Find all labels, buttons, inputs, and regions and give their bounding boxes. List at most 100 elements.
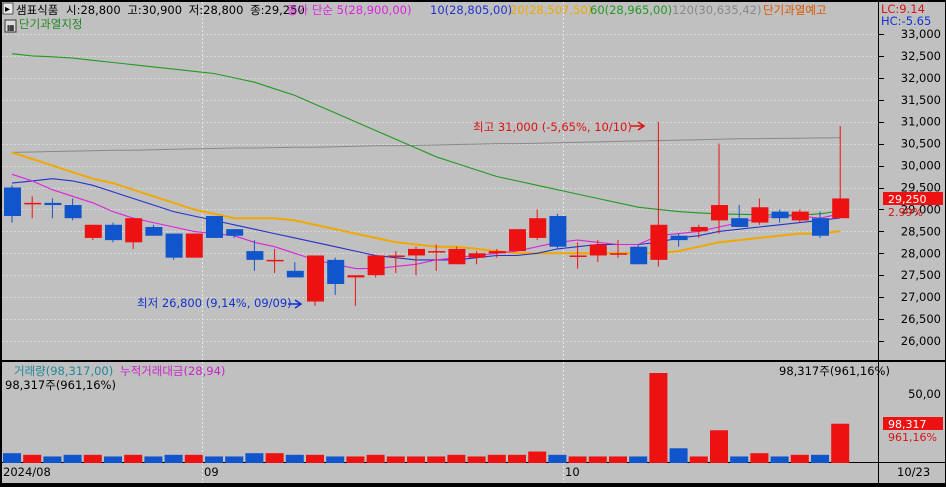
price-tick-label: 32,000 [901,71,941,85]
candle-body [791,211,809,221]
cum-trading-label: 누적거래대금(28,94) [120,364,225,378]
volume-value-right: 98,317주(961,16%) [779,364,890,378]
short-term-overheat-label: 단기과열지정 [19,17,82,31]
x-label-end: 10/23 [897,465,930,479]
expand-icon[interactable]: ▸ [5,4,10,15]
volume-bar [43,456,62,463]
candle-body [832,198,850,219]
volume-bar [750,453,769,463]
volume-bar [225,456,244,463]
candle-body [286,270,304,278]
candle-body [226,229,244,236]
candle-body [347,275,365,278]
svg-text:샘표식품 시:28,800 고:30: 샘표식품 시:28,800 고:30,900 저:28,800 종:29,250 [16,3,305,17]
candle-body [589,244,607,256]
legend-item: 120(30,635,42) [672,3,761,17]
volume-bar [124,454,143,463]
volume-bar [811,454,829,463]
candle-body [367,255,385,276]
candle-body [185,233,203,258]
candle-body [509,229,526,252]
high-value: 고:30,900 [127,3,182,17]
volume-bar [104,456,122,463]
high-annotation: 최고 31,000 (-5,65%, 10/10) [473,120,632,134]
volume-label: 거래량(98,317,00) [14,364,113,378]
candle-body [4,187,21,217]
volume-bar [184,454,203,463]
volume-bar [649,373,668,463]
price-tick-label: 27,500 [901,268,941,282]
candle-body [610,253,627,255]
stock-name: 샘표식품 [16,3,58,17]
candle-body [206,216,223,238]
volume-bar [285,454,304,463]
volume-bar [730,456,749,463]
price-tick-label: 30,000 [901,159,941,173]
ma-legend: 종가 단순 5(28,900,00) 10(28,805,00)20(28,507… [287,3,826,17]
candle-body [84,224,102,238]
candle-body [44,202,62,206]
candle-body [731,218,749,227]
hc-label: HC:-5.65 [881,14,931,28]
volume-bar [366,454,385,463]
volume-bar [790,454,809,463]
candle-body [145,226,163,236]
candle-body [468,253,486,258]
candle-body [569,255,587,257]
candle-body [711,205,728,221]
candle-body [165,233,183,258]
volume-bar [83,454,102,463]
volume-bar [144,456,163,463]
candle-body [812,218,829,236]
candle-body [327,259,345,284]
current-price-pct: 2.99% [888,206,923,219]
low-value: 저:28,800 [189,3,244,17]
candle-body [670,235,688,241]
candle-body [690,226,708,232]
volume-bar [467,456,486,463]
candle-body [125,218,143,243]
volume-bar [629,456,648,463]
price-panel[interactable] [2,2,878,360]
legend-item: 단기과열예고 [763,3,826,17]
volume-bar [689,456,708,463]
candle-body [630,246,648,265]
legend-item: 20(28,507,50) [510,3,592,17]
candle-body [549,216,567,247]
volume-badge-value: 98,317 [888,418,927,431]
stock-chart[interactable]: 26,000 26,500 27,000 27,500 28,000 28,500 29,0… [0,0,946,483]
volume-bar [669,448,688,463]
x-label-start: 2024/08 [3,465,51,479]
x-label-oct: 10 [565,465,580,479]
legend-item: 종가 단순 5(28,900,00) [287,3,411,17]
volume-bar [63,454,82,463]
current-price-value: 29,250 [888,193,927,206]
volume-bar [306,454,324,463]
volume-bar [164,454,183,463]
price-tick-label: 33,000 [901,27,941,41]
candle-body [529,218,547,238]
volume-badge-pct: 961,16% [888,431,937,444]
candle-body [246,251,264,260]
candle-body [771,211,789,219]
volume-bar [265,453,284,463]
volume-bar [528,451,547,463]
legend-item: 10(28,805,00) [430,3,512,17]
open-value: 시:28,800 [66,3,121,17]
price-tick-label: 31,500 [901,93,941,107]
volume-bar [508,454,526,463]
candle-body [24,202,42,205]
price-tick-label: 26,500 [901,312,941,326]
volume-bar [326,456,345,463]
candle-body [105,224,122,241]
volume-bar [447,454,466,463]
candle-body [448,248,466,265]
volume-bar [3,453,21,463]
candle-body [428,251,446,253]
legend-item: 60(28,965,00) [590,3,672,17]
volume-bar [487,454,506,463]
candle-body [488,251,506,254]
volume-bar [831,423,850,463]
x-label-sep: 09 [204,465,219,479]
price-tick-label: 32,500 [901,49,941,63]
